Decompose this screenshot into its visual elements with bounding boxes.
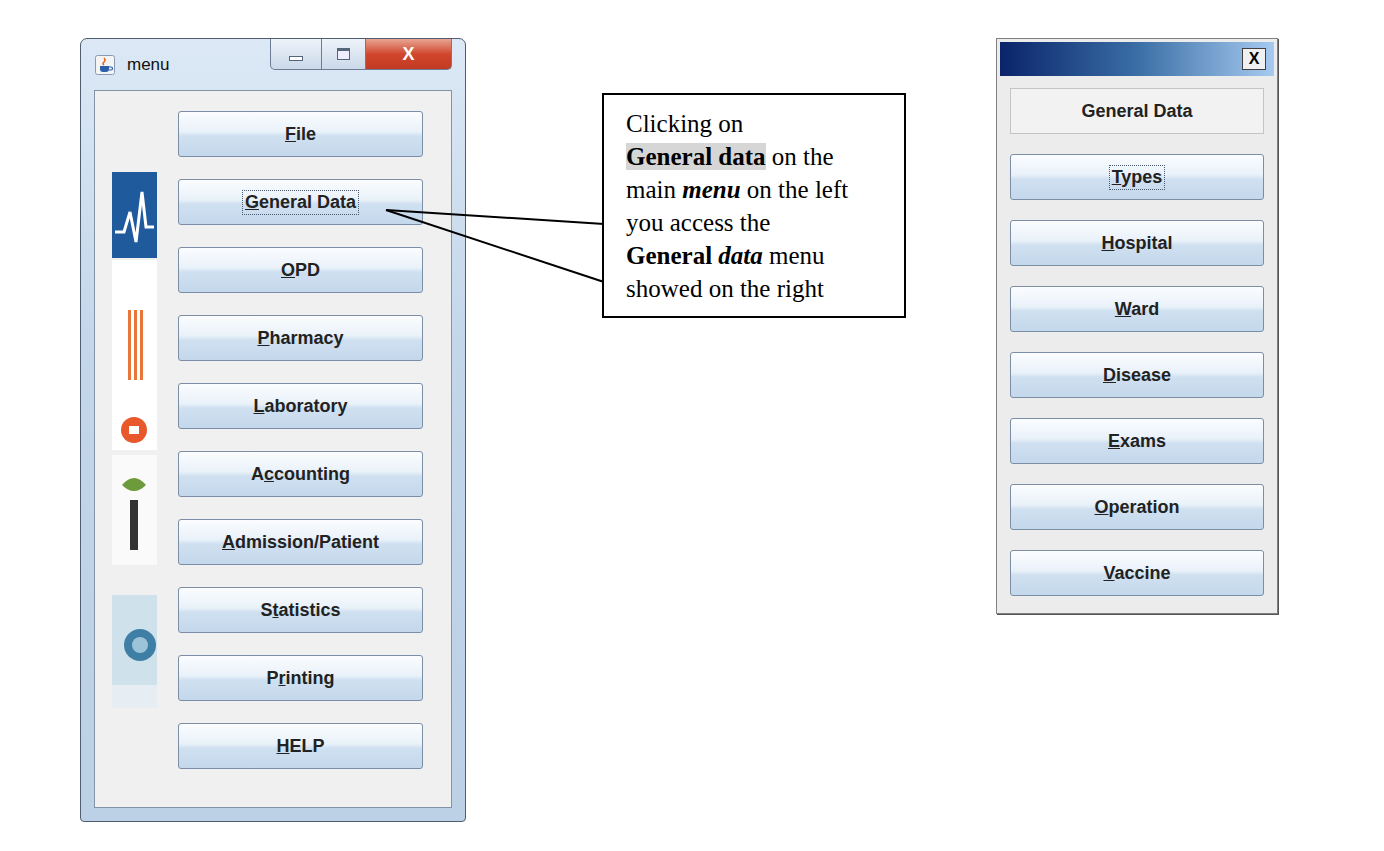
photo-logo-icon	[112, 595, 157, 708]
button-label: Vaccine	[1101, 562, 1172, 585]
callout-line: you access the	[626, 206, 896, 239]
callout-text: General data	[626, 143, 766, 170]
menu-button[interactable]: OPD	[178, 247, 423, 293]
menu-title: General Data	[1010, 88, 1264, 134]
callout-text: main	[626, 176, 682, 203]
menu-button[interactable]: Exams	[1010, 418, 1264, 464]
menu-button[interactable]: Printing	[178, 655, 423, 701]
button-label: Laboratory	[251, 395, 349, 418]
callout-text: showed on the right	[626, 275, 824, 302]
callout-line: General data on the	[626, 140, 896, 173]
general-data-window: X General Data Types Hospital Ward Disease Exa…	[996, 38, 1278, 614]
menu-button[interactable]: Types	[1010, 154, 1264, 200]
callout-text: General	[626, 242, 718, 269]
menu-button[interactable]: Vaccine	[1010, 550, 1264, 596]
minimize-icon	[289, 56, 303, 61]
menu-button[interactable]: Disease	[1010, 352, 1264, 398]
menu-button[interactable]: Hospital	[1010, 220, 1264, 266]
button-label: Statistics	[258, 599, 342, 622]
button-label: Ward	[1113, 298, 1161, 321]
button-label: HELP	[274, 735, 326, 758]
button-label: Admission/Patient	[220, 531, 381, 554]
maximize-button[interactable]	[322, 39, 366, 70]
button-label: Printing	[264, 667, 336, 690]
callout-text: menu	[682, 176, 740, 203]
callout-line: showed on the right	[626, 272, 896, 305]
title-bar: X	[1000, 42, 1274, 76]
callout-line: General data menu	[626, 239, 896, 272]
callout-box: Clicking onGeneral data on themain menu …	[602, 93, 906, 318]
callout-text: on the left	[741, 176, 849, 203]
button-label: General Data	[243, 191, 358, 214]
menu-button[interactable]: Laboratory	[178, 383, 423, 429]
button-label: Types	[1110, 166, 1165, 189]
canvas: menu X File General Data OPD Pharmacy Laborato…	[0, 0, 1384, 851]
logo-column	[112, 172, 157, 807]
button-label: Exams	[1106, 430, 1168, 453]
main-window: menu X File General Data OPD Pharmacy Laborato…	[80, 38, 466, 822]
menu-button[interactable]: General Data	[178, 179, 423, 225]
java-icon	[95, 55, 115, 75]
button-label: Operation	[1092, 496, 1181, 519]
button-label: Pharmacy	[255, 327, 345, 350]
callout-text: you access the	[626, 209, 770, 236]
callout-text: on the	[766, 143, 834, 170]
menu-button[interactable]: Pharmacy	[178, 315, 423, 361]
menu-button[interactable]: Statistics	[178, 587, 423, 633]
close-button[interactable]: X	[366, 39, 452, 70]
maximize-icon	[337, 48, 350, 60]
isf-logo-icon	[112, 260, 157, 450]
button-label: File	[283, 123, 318, 146]
callout-line: Clicking on	[626, 107, 896, 140]
callout-text: data	[718, 242, 762, 269]
menu-button[interactable]: Admission/Patient	[178, 519, 423, 565]
button-label: Accounting	[249, 463, 352, 486]
menu-button[interactable]: Ward	[1010, 286, 1264, 332]
button-label: OPD	[279, 259, 322, 282]
callout-text: Clicking on	[626, 110, 743, 137]
button-label: Hospital	[1099, 232, 1174, 255]
heartbeat-logo-icon	[112, 172, 157, 258]
window-title: menu	[127, 55, 170, 75]
callout-line: main menu on the left	[626, 173, 896, 206]
client-area: File General Data OPD Pharmacy Laboratory Acc…	[94, 90, 452, 808]
menu-button[interactable]: HELP	[178, 723, 423, 769]
window-controls: X	[270, 39, 452, 70]
button-label: Disease	[1101, 364, 1173, 387]
main-menu: File General Data OPD Pharmacy Laboratory Acc…	[178, 111, 423, 807]
minimize-button[interactable]	[270, 39, 322, 70]
general-data-menu: General Data Types Hospital Ward Disease Exam…	[1000, 76, 1274, 606]
title-bar: menu X	[81, 39, 465, 90]
close-button[interactable]: X	[1242, 48, 1266, 70]
menu-button[interactable]: Operation	[1010, 484, 1264, 530]
menu-button[interactable]: Accounting	[178, 451, 423, 497]
angal-logo-icon	[112, 455, 157, 565]
menu-button[interactable]: File	[178, 111, 423, 157]
callout-text: menu	[763, 242, 825, 269]
